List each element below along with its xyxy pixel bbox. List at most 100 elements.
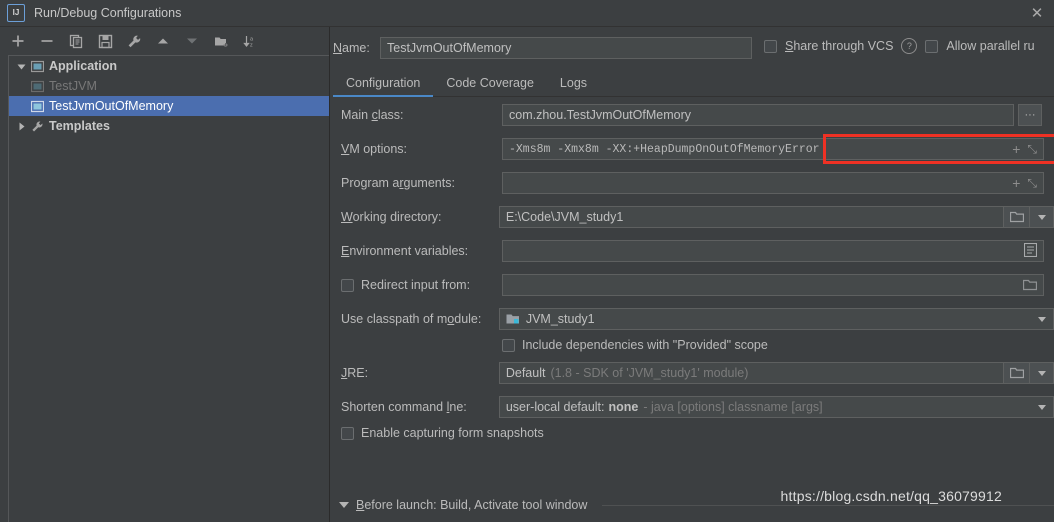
tab-logs[interactable]: Logs [547, 76, 600, 96]
environment-variables-input[interactable] [502, 240, 1044, 262]
tree-node-label: Application [49, 59, 118, 73]
enable-form-snapshots-checkbox[interactable] [341, 426, 354, 440]
redirect-input-row: Redirect input from: [330, 273, 1054, 297]
include-provided-scope-row: Include dependencies with "Provided" sco… [330, 335, 1054, 355]
program-arguments-inline-actions: + ⤡ [1012, 175, 1037, 191]
tree-node-testjvm[interactable]: TestJVM [9, 76, 329, 96]
close-icon[interactable]: ✕ [1028, 4, 1046, 22]
main-class-row: Main class: com.zhou.TestJvmOutOfMemory … [330, 103, 1054, 127]
configuration-editor-panel: Name: TestJvmOutOfMemory Share through V… [330, 27, 1054, 522]
top-checkboxes: Share through VCS ? Allow parallel ru [764, 38, 1054, 54]
jre-hint: (1.8 - SDK of 'JVM_study1' module) [550, 366, 749, 380]
browse-main-class-button[interactable]: ··· [1018, 104, 1042, 126]
jre-dropdown-button[interactable] [1030, 362, 1054, 384]
shorten-command-line-select[interactable]: user-local default: none - java [options… [498, 396, 1054, 418]
add-icon[interactable]: + [1012, 175, 1020, 191]
shorten-command-line-value: none [608, 400, 639, 414]
chevron-down-icon [1037, 370, 1046, 376]
configuration-form: Main class: com.zhou.TestJvmOutOfMemory … [330, 103, 1054, 443]
name-input-value: TestJvmOutOfMemory [387, 41, 512, 55]
tab-configuration[interactable]: Configuration [333, 76, 434, 97]
configurations-toolbar: a z [0, 27, 329, 55]
shorten-command-line-prefix: user-local default: [505, 400, 605, 414]
help-icon[interactable]: ? [901, 38, 918, 54]
redirect-input-label: Redirect input from: [361, 278, 471, 292]
tree-node-label: TestJVM [49, 79, 97, 93]
remove-icon[interactable] [38, 32, 56, 50]
templates-wrench-icon [29, 118, 45, 134]
allow-parallel-run-checkbox[interactable] [925, 39, 939, 53]
browse-folder-icon[interactable] [1003, 363, 1030, 383]
chevron-down-icon[interactable] [1038, 404, 1046, 410]
allow-parallel-run-label: Allow parallel ru [946, 39, 1035, 53]
use-classpath-of-module-value: JVM_study1 [525, 312, 595, 326]
enable-form-snapshots-row: Enable capturing form snapshots [330, 423, 1054, 443]
window-title: Run/Debug Configurations [34, 6, 182, 20]
include-provided-scope-label: Include dependencies with "Provided" sco… [522, 338, 768, 352]
new-folder-icon[interactable] [212, 32, 230, 50]
use-classpath-of-module-row: Use classpath of module: JVM_study1 [330, 307, 1054, 331]
working-directory-dropdown-button[interactable] [1030, 206, 1054, 228]
add-icon[interactable]: + [1012, 141, 1020, 157]
vm-options-input[interactable]: -Xms8m -Xmx8m -XX:+HeapDumpOnOutOfMemory… [502, 138, 1044, 160]
environment-variables-label: Environment variables: [341, 244, 469, 258]
module-icon [506, 313, 520, 325]
program-arguments-input[interactable]: + ⤡ [502, 172, 1044, 194]
title-bar: IJ Run/Debug Configurations ✕ [0, 0, 1054, 27]
edit-templates-wrench-icon[interactable] [125, 32, 143, 50]
shorten-command-line-hint: - java [options] classname [args] [643, 400, 823, 414]
redirect-input-checkbox[interactable] [341, 278, 354, 292]
add-icon[interactable] [9, 32, 27, 50]
collapse-toggle-icon[interactable] [13, 122, 29, 131]
main-class-input[interactable]: com.zhou.TestJvmOutOfMemory [502, 104, 1014, 126]
sort-alphabetically-icon[interactable]: a z [241, 32, 259, 50]
intellij-logo-icon: IJ [7, 4, 25, 22]
enable-form-snapshots-label: Enable capturing form snapshots [361, 426, 544, 440]
working-directory-row: Working directory: E:\Code\JVM_study1 [330, 205, 1054, 229]
main-class-label: Main class: [341, 108, 404, 122]
expand-icon[interactable]: ⤡ [1027, 142, 1037, 157]
before-launch-toggle-icon[interactable] [339, 502, 349, 508]
name-label-rest: ame: [342, 41, 370, 55]
program-arguments-label: Program arguments: [341, 176, 455, 190]
configurations-tree[interactable]: Application TestJVM TestJvmOutOfMemory T… [8, 55, 329, 522]
dialog-body: a z Application TestJVM TestJvmOutOfMemo… [0, 27, 1054, 522]
jre-select[interactable]: Default (1.8 - SDK of 'JVM_study1' modul… [498, 362, 1031, 384]
environment-variables-row: Environment variables: [330, 239, 1054, 263]
environment-variables-list-icon[interactable] [1023, 242, 1038, 260]
share-through-vcs-label: Share through VCS [785, 39, 894, 53]
move-up-icon[interactable] [154, 32, 172, 50]
include-provided-scope-group[interactable]: Include dependencies with "Provided" sco… [502, 338, 768, 352]
tree-node-application[interactable]: Application [9, 56, 329, 76]
name-input[interactable]: TestJvmOutOfMemory [380, 37, 752, 59]
working-directory-label: Working directory: [341, 210, 442, 224]
move-down-icon[interactable] [183, 32, 201, 50]
share-through-vcs-checkbox[interactable] [764, 39, 777, 53]
redirect-input-field[interactable] [502, 274, 1044, 296]
shorten-command-line-row: Shorten command lne: user-local default:… [330, 395, 1054, 419]
use-classpath-of-module-select[interactable]: JVM_study1 [498, 308, 1054, 330]
editor-tabs: Configuration Code Coverage Logs [333, 69, 1054, 97]
browse-folder-icon[interactable] [1017, 275, 1043, 295]
vm-options-row: VM options: -Xms8m -Xmx8m -XX:+HeapDumpO… [330, 134, 1054, 164]
vm-options-value: -Xms8m -Xmx8m -XX:+HeapDumpOnOutOfMemory… [509, 142, 820, 156]
chevron-down-icon [1037, 214, 1046, 220]
svg-text:z: z [250, 42, 253, 48]
save-icon[interactable] [96, 32, 114, 50]
tree-node-templates[interactable]: Templates [9, 116, 329, 136]
browse-folder-icon[interactable] [1003, 207, 1030, 227]
enable-form-snapshots-group[interactable]: Enable capturing form snapshots [341, 426, 544, 440]
shorten-command-line-label: Shorten command lne: [341, 400, 467, 414]
name-label: Name: [333, 41, 370, 55]
copy-icon[interactable] [67, 32, 85, 50]
expand-icon[interactable]: ⤡ [1027, 176, 1037, 191]
tab-code-coverage[interactable]: Code Coverage [433, 76, 547, 96]
expand-toggle-icon[interactable] [13, 62, 29, 71]
tree-node-testjvmoutofmemory[interactable]: TestJvmOutOfMemory [9, 96, 329, 116]
tree-node-label: Templates [49, 119, 110, 133]
configurations-panel: a z Application TestJVM TestJvmOutOfMemo… [0, 27, 330, 522]
working-directory-input[interactable]: E:\Code\JVM_study1 [498, 206, 1031, 228]
include-provided-scope-checkbox[interactable] [502, 338, 515, 352]
vm-options-inline-actions: + ⤡ [1012, 141, 1037, 157]
chevron-down-icon[interactable] [1038, 316, 1046, 322]
